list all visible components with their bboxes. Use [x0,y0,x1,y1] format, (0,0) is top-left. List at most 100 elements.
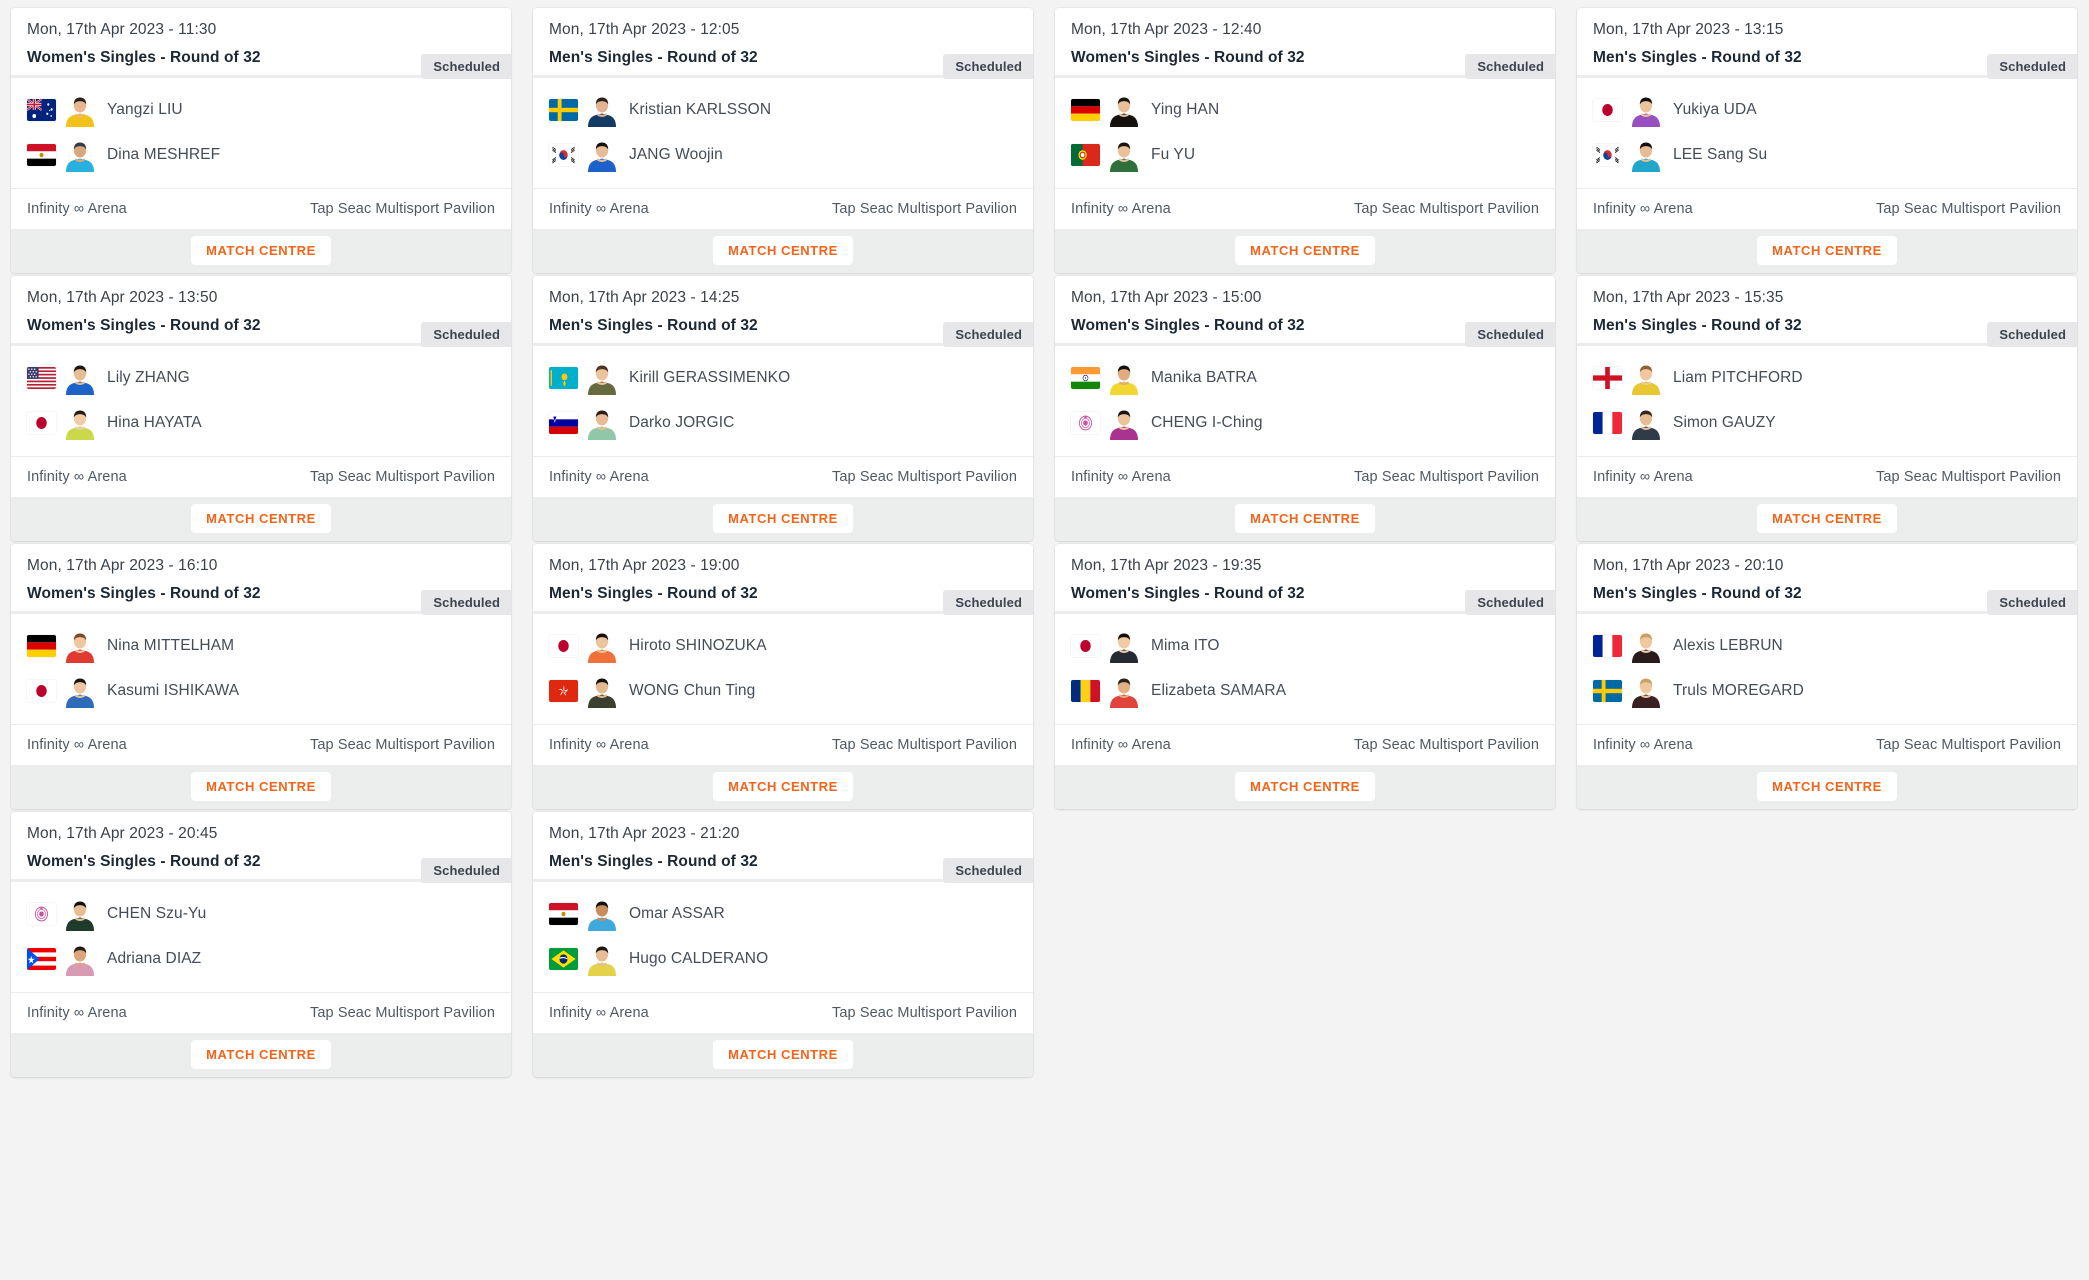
player-row[interactable]: Lily ZHANG [27,356,495,401]
venue-row: Infinity ∞ Arena Tap Seac Multisport Pavi… [11,724,511,765]
player-row[interactable]: Ying HAN [1071,88,1539,133]
match-datetime: Mon, 17th Apr 2023 - 14:25 [549,288,740,306]
match-card-header: Mon, 17th Apr 2023 - 11:30 Women's Single… [11,8,511,79]
flag-icon-kaz [549,367,578,390]
match-card[interactable]: Mon, 17th Apr 2023 - 12:40 Women's Single… [1055,8,1555,273]
player-name: Kasumi ISHIKAWA [107,682,240,700]
player-row[interactable]: Hugo CALDERANO [549,937,1017,982]
player-row[interactable]: Fu YU [1071,133,1539,178]
match-card[interactable]: Mon, 17th Apr 2023 - 15:35 Men's Singles … [1577,275,2077,541]
match-datetime: Mon, 17th Apr 2023 - 20:10 [1593,556,1784,574]
player-row[interactable]: Liam PITCHFORD [1593,356,2061,401]
player-row[interactable]: Yangzi LIU [27,88,495,133]
match-card[interactable]: Mon, 17th Apr 2023 - 14:25 Men's Singles … [533,275,1033,541]
avatar [1629,93,1663,128]
match-card[interactable]: Mon, 17th Apr 2023 - 21:20 Men's Singles … [533,811,1033,1077]
flag-icon-jpn [27,412,56,435]
player-row[interactable]: Kasumi ISHIKAWA [27,669,495,714]
match-centre-button[interactable]: MATCH CENTRE [713,771,853,801]
venue-row: Infinity ∞ Arena Tap Seac Multisport Pavi… [1055,188,1555,229]
player-row[interactable]: WONG Chun Ting [549,669,1017,714]
match-card[interactable]: Mon, 17th Apr 2023 - 19:00 Men's Singles … [533,543,1033,809]
avatar [585,93,619,128]
venue-location: Tap Seac Multisport Pavilion [1354,736,1539,753]
player-row[interactable]: Simon GAUZY [1593,401,2061,446]
venue-row: Infinity ∞ Arena Tap Seac Multisport Pavi… [11,456,511,497]
player-row[interactable]: Nina MITTELHAM [27,624,495,669]
match-card-header: Mon, 17th Apr 2023 - 13:15 Men's Singles … [1577,8,2077,79]
venue-arena: Infinity ∞ Arena [27,468,127,485]
player-row[interactable]: Kristian KARLSSON [549,88,1017,133]
match-card[interactable]: Mon, 17th Apr 2023 - 15:00 Women's Single… [1055,275,1555,541]
player-row[interactable]: Hina HAYATA [27,401,495,446]
player-row[interactable]: JANG Woojin [549,133,1017,178]
avatar [63,93,97,128]
player-row[interactable]: Adriana DIAZ [27,937,495,982]
match-centre-button[interactable]: MATCH CENTRE [1235,503,1375,533]
player-row[interactable]: Elizabeta SAMARA [1071,669,1539,714]
match-card[interactable]: Mon, 17th Apr 2023 - 13:15 Men's Singles … [1577,8,2077,273]
match-card-footer: MATCH CENTRE [533,764,1033,809]
players-list: Mima ITO Elizabeta SAMARA [1055,613,1555,724]
player-row[interactable]: Omar ASSAR [549,892,1017,937]
match-centre-button[interactable]: MATCH CENTRE [191,235,331,265]
match-centre-button[interactable]: MATCH CENTRE [713,1039,853,1069]
match-centre-button[interactable]: MATCH CENTRE [713,503,853,533]
player-name: Darko JORGIC [629,414,735,432]
player-row[interactable]: Darko JORGIC [549,401,1017,446]
flag-icon-fra [1593,412,1622,435]
match-datetime: Mon, 17th Apr 2023 - 12:40 [1071,21,1262,38]
venue-row: Infinity ∞ Arena Tap Seac Multisport Pavi… [533,992,1033,1033]
venue-location: Tap Seac Multisport Pavilion [310,200,495,217]
match-centre-button[interactable]: MATCH CENTRE [191,503,331,533]
match-centre-button[interactable]: MATCH CENTRE [713,235,853,265]
match-card[interactable]: Mon, 17th Apr 2023 - 19:35 Women's Single… [1055,543,1555,809]
match-centre-button[interactable]: MATCH CENTRE [1757,503,1897,533]
player-row[interactable]: Dina MESHREF [27,133,495,178]
player-name: Kristian KARLSSON [629,101,772,119]
player-row[interactable]: Manika BATRA [1071,356,1539,401]
match-datetime: Mon, 17th Apr 2023 - 16:10 [27,556,218,574]
match-datetime: Mon, 17th Apr 2023 - 12:05 [549,21,740,38]
venue-location: Tap Seac Multisport Pavilion [1876,736,2061,753]
player-row[interactable]: Alexis LEBRUN [1593,624,2061,669]
flag-icon-kor [549,144,578,167]
match-centre-button[interactable]: MATCH CENTRE [1757,771,1897,801]
venue-arena: Infinity ∞ Arena [549,1004,649,1021]
player-row[interactable]: LEE Sang Su [1593,133,2061,178]
status-badge: Scheduled [421,857,511,883]
status-badge: Scheduled [421,321,511,347]
player-row[interactable]: Kirill GERASSIMENKO [549,356,1017,401]
avatar [585,361,619,396]
player-row[interactable]: Truls MOREGARD [1593,669,2061,714]
match-centre-button[interactable]: MATCH CENTRE [191,771,331,801]
player-row[interactable]: Yukiya UDA [1593,88,2061,133]
flag-icon-hkg [549,680,578,703]
player-name: Kirill GERASSIMENKO [629,369,791,387]
match-card[interactable]: Mon, 17th Apr 2023 - 11:30 Women's Single… [11,8,511,273]
avatar [1107,93,1141,128]
player-name: Mima ITO [1151,637,1220,655]
player-row[interactable]: CHEN Szu-Yu [27,892,495,937]
match-card[interactable]: Mon, 17th Apr 2023 - 12:05 Men's Singles … [533,8,1033,273]
match-card[interactable]: Mon, 17th Apr 2023 - 16:10 Women's Single… [11,543,511,809]
player-row[interactable]: CHENG I-Ching [1071,401,1539,446]
match-card[interactable]: Mon, 17th Apr 2023 - 13:50 Women's Single… [11,275,511,541]
player-row[interactable]: Mima ITO [1071,624,1539,669]
players-list: Alexis LEBRUN Truls MOREGARD [1577,613,2077,724]
venue-arena: Infinity ∞ Arena [549,468,649,485]
match-centre-button[interactable]: MATCH CENTRE [1757,235,1897,265]
match-centre-button[interactable]: MATCH CENTRE [191,1039,331,1069]
match-card[interactable]: Mon, 17th Apr 2023 - 20:10 Men's Singles … [1577,543,2077,809]
match-centre-button[interactable]: MATCH CENTRE [1235,235,1375,265]
player-row[interactable]: Hiroto SHINOZUKA [549,624,1017,669]
status-badge: Scheduled [421,589,511,615]
player-name: CHENG I-Ching [1151,414,1263,432]
player-name: Nina MITTELHAM [107,637,235,655]
match-datetime: Mon, 17th Apr 2023 - 20:45 [27,824,218,842]
match-card[interactable]: Mon, 17th Apr 2023 - 20:45 Women's Single… [11,811,511,1077]
match-centre-button[interactable]: MATCH CENTRE [1235,771,1375,801]
flag-icon-slo [549,412,578,435]
flag-icon-usa [27,367,56,390]
player-name: JANG Woojin [629,146,723,164]
